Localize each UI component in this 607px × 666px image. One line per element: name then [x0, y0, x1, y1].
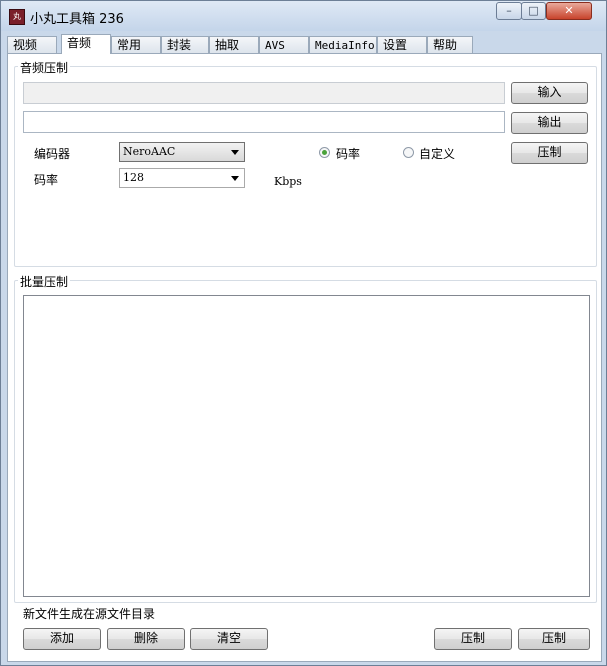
- batch-note: 新文件生成在源文件目录: [23, 607, 156, 621]
- batch-encode-group-label: 批量压制: [18, 273, 71, 290]
- encode-button[interactable]: 压制: [511, 142, 588, 164]
- tab-video[interactable]: 视频: [7, 36, 57, 53]
- batch-encode-button-2[interactable]: 压制: [518, 628, 590, 650]
- tab-audio[interactable]: 音频: [61, 34, 111, 54]
- batch-encode-button-1[interactable]: 压制: [434, 628, 512, 650]
- bitrate-unit: Kbps: [274, 175, 302, 188]
- radio-custom-label: 自定义: [419, 147, 456, 161]
- bitrate-select[interactable]: 128: [119, 168, 245, 188]
- codec-select-value: NeroAAC: [123, 145, 176, 158]
- tab-help[interactable]: 帮助: [427, 36, 473, 53]
- tab-mediainfo-label: MediaInfo: [315, 39, 375, 52]
- bitrate-label: 码率: [34, 173, 59, 187]
- tab-mediainfo[interactable]: MediaInfo: [309, 36, 377, 53]
- delete-button[interactable]: 删除: [107, 628, 185, 650]
- audio-encode-group-label: 音频压制: [18, 59, 71, 76]
- chevron-down-icon: [231, 176, 239, 181]
- tab-mux[interactable]: 封装: [161, 36, 209, 53]
- input-file-field[interactable]: [23, 82, 505, 104]
- tab-avs-label: AVS: [265, 39, 285, 52]
- chevron-down-icon: [231, 150, 239, 155]
- title-bar[interactable]: 丸 小丸工具箱 236 – □ ✕: [1, 1, 606, 31]
- bitrate-select-value: 128: [123, 171, 144, 184]
- codec-select[interactable]: NeroAAC: [119, 142, 245, 162]
- radio-bitrate-label: 码率: [336, 147, 361, 161]
- app-icon[interactable]: 丸: [9, 9, 25, 25]
- batch-file-list[interactable]: [23, 295, 590, 597]
- tab-extract[interactable]: 抽取: [209, 36, 259, 53]
- codec-label: 编码器: [34, 147, 71, 161]
- window-title: 小丸工具箱 236: [30, 12, 124, 27]
- output-file-field[interactable]: [23, 111, 505, 133]
- radio-custom[interactable]: [403, 147, 414, 158]
- maximize-button[interactable]: □: [521, 2, 546, 20]
- tab-common[interactable]: 常用: [111, 36, 161, 53]
- tab-avs[interactable]: AVS: [259, 36, 309, 53]
- add-button[interactable]: 添加: [23, 628, 101, 650]
- close-button[interactable]: ✕: [546, 2, 592, 20]
- tab-content-audio: 音频压制 输入 输出 编码器 NeroAAC 码率 自定义 压制 码率 128 …: [7, 53, 602, 662]
- app-window: 丸 小丸工具箱 236 – □ ✕ 视频 音频 常用 封装 抽取 AVS Med…: [0, 0, 607, 666]
- tab-settings[interactable]: 设置: [377, 36, 427, 53]
- radio-bitrate[interactable]: [319, 147, 330, 158]
- output-button[interactable]: 输出: [511, 112, 588, 134]
- minimize-button[interactable]: –: [496, 2, 522, 20]
- clear-button[interactable]: 清空: [190, 628, 268, 650]
- input-button[interactable]: 输入: [511, 82, 588, 104]
